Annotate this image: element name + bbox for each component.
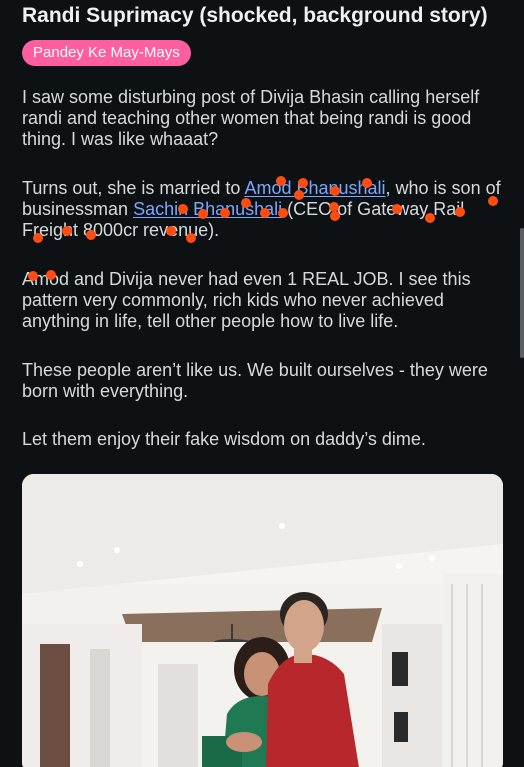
- annotation-dot: [392, 204, 402, 214]
- post-paragraph-4: These people aren’t like us. We built ou…: [22, 360, 488, 401]
- annotation-dot: [330, 211, 340, 221]
- link-sachin-bhanushali[interactable]: Sachin Bhanushali: [133, 199, 282, 219]
- annotation-dot: [220, 208, 230, 218]
- annotation-dot: [455, 207, 465, 217]
- annotation-dot: [28, 271, 38, 281]
- annotation-dot: [166, 226, 176, 236]
- annotation-dot: [298, 178, 308, 188]
- annotation-dot: [330, 186, 340, 196]
- annotation-dot: [425, 213, 435, 223]
- annotation-dot: [33, 233, 43, 243]
- annotation-dot: [260, 208, 270, 218]
- post-image-illustration: [22, 474, 503, 767]
- annotation-dot: [46, 270, 56, 280]
- scrollbar[interactable]: [520, 228, 524, 358]
- annotation-dot: [278, 208, 288, 218]
- annotation-dot: [186, 233, 196, 243]
- annotation-dot: [241, 198, 251, 208]
- annotation-dot: [488, 196, 498, 206]
- post-paragraph-5: Let them enjoy their fake wisdom on dadd…: [22, 429, 426, 449]
- post-paragraph-3: Amod and Divija never had even 1 REAL JO…: [22, 269, 471, 331]
- post-image[interactable]: [22, 474, 503, 767]
- annotation-dot: [276, 176, 286, 186]
- annotation-dot: [86, 230, 96, 240]
- post-title[interactable]: Randi Suprimacy (shocked, background sto…: [22, 2, 508, 30]
- post-paragraph-1: I saw some disturbing post of Divija Bha…: [22, 87, 480, 149]
- annotation-dot: [362, 178, 372, 188]
- annotation-dot: [178, 204, 188, 214]
- annotation-dot: [62, 226, 72, 236]
- post: Randi Suprimacy (shocked, background sto…: [22, 0, 508, 449]
- paragraph-text: Turns out, she is married to: [22, 178, 245, 198]
- post-flair[interactable]: Pandey Ke May-Mays: [22, 40, 191, 66]
- annotation-dot: [294, 190, 304, 200]
- annotation-dot: [198, 209, 208, 219]
